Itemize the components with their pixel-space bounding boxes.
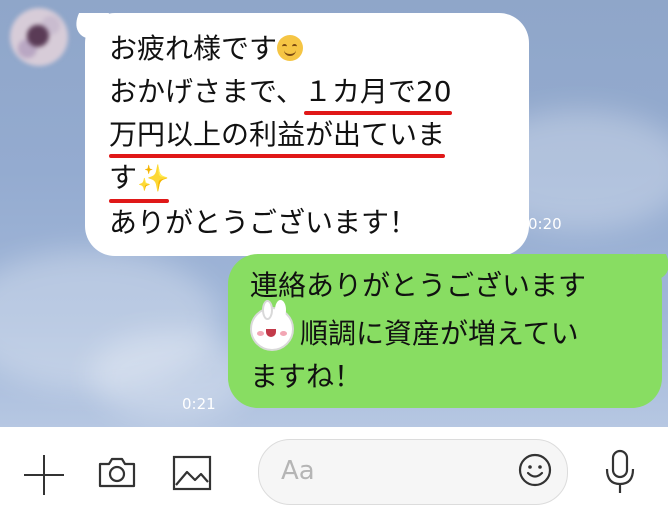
message-line: 順調に資産が増えてい [250, 300, 642, 355]
message-toolbar: Aa [0, 427, 668, 517]
cloud-decoration [90, 330, 250, 420]
avatar[interactable] [10, 8, 68, 66]
message-input[interactable]: Aa [258, 439, 568, 505]
timestamp: 0:21 [182, 395, 216, 413]
bunny-sticker-icon [250, 300, 294, 351]
timestamp: 0:20 [528, 215, 562, 233]
microphone-icon[interactable] [603, 449, 637, 495]
outgoing-message-bubble[interactable]: 連絡ありがとうございます 順調に資産が増えてい ますね！ [228, 254, 662, 408]
chat-area[interactable]: お疲れ様です おかげさまで、１カ月で20 万円以上の利益が出ていま す✨ ありが… [0, 0, 668, 427]
plus-icon[interactable] [24, 455, 64, 495]
message-line: お疲れ様です [109, 27, 509, 70]
message-line: 連絡ありがとうございます [250, 269, 587, 302]
input-placeholder: Aa [281, 456, 315, 486]
incoming-message-bubble[interactable]: お疲れ様です おかげさまで、１カ月で20 万円以上の利益が出ていま す✨ ありが… [85, 13, 529, 256]
sparkles-icon: ✨ [137, 164, 170, 194]
message-line: す✨ [109, 156, 509, 203]
emoji-icon[interactable] [517, 452, 553, 488]
underlined-text: １カ月で20 [303, 70, 452, 115]
image-icon[interactable] [172, 455, 212, 491]
message-line: ありがとうございます！ [109, 206, 418, 239]
message-line: おかげさまで、１カ月で20 [109, 70, 509, 115]
message-line: 万円以上の利益が出ていま [109, 113, 509, 158]
camera-icon[interactable] [98, 456, 136, 488]
underlined-text: 万円以上の利益が出ていま [109, 113, 446, 158]
underlined-text: す✨ [109, 156, 170, 203]
smiling-face-emoji-icon [277, 35, 304, 61]
message-line: ますね！ [250, 360, 363, 393]
